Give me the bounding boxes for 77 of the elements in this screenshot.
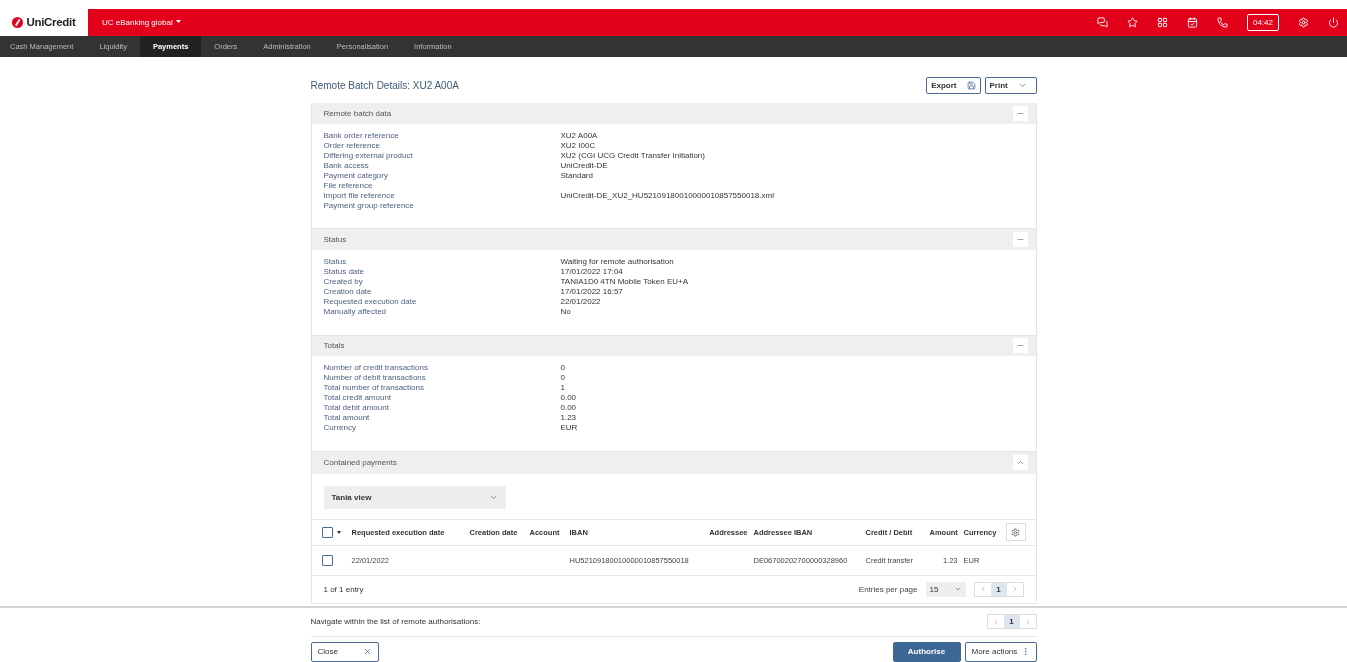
save-icon (966, 81, 976, 91)
section-title: Contained payments (323, 458, 397, 468)
field-label: Order reference (323, 141, 381, 151)
section-title: Remote batch data (323, 109, 392, 118)
field-value: XU2 (CGI UCG Credit Transfer Initiation) (560, 151, 706, 161)
phone-icon[interactable] (1216, 16, 1228, 28)
field-value: 0.00 (560, 403, 578, 413)
field-label: Number of credit transactions (323, 363, 429, 373)
view-dropdown[interactable]: Tania view (323, 486, 506, 509)
field-value: UniCredit-DE_XU2_HU52109180010000010857550018.xml (560, 191, 775, 201)
logo-icon (12, 16, 24, 28)
chat-icon[interactable] (1096, 16, 1108, 28)
close-icon (362, 647, 372, 657)
session-timer: 04:42 (1246, 13, 1279, 31)
field-label: Payment category (323, 171, 389, 181)
power-icon[interactable] (1328, 16, 1339, 28)
field-value: XU2 I00C (560, 141, 597, 151)
caret-icon (175, 20, 181, 25)
section-title: Totals (323, 341, 345, 351)
field-label: Bank access (323, 161, 370, 171)
settings-icon (1011, 528, 1020, 537)
entries-per-page-select[interactable]: 15 (925, 582, 966, 597)
field-value: 0 (560, 363, 566, 373)
collapse-button[interactable] (1012, 232, 1028, 247)
export-button[interactable]: Export (926, 77, 981, 95)
field-label: Total amount (323, 413, 371, 423)
star-icon[interactable] (1126, 16, 1138, 28)
settings-button[interactable] (1005, 523, 1026, 542)
field-value: No (560, 307, 572, 317)
field-value: Standard (560, 171, 594, 181)
close-button[interactable]: Close (310, 642, 379, 662)
field-label: Created by (323, 277, 364, 287)
field-value: EUR (560, 423, 579, 433)
caret-icon[interactable] (336, 531, 341, 534)
select-all-checkbox[interactable] (321, 527, 333, 538)
field-value: 0 (560, 373, 566, 383)
field-label: Status (323, 257, 348, 267)
unicredit-logo[interactable]: UniCredit (0, 9, 88, 36)
field-label: Total credit amount (323, 393, 393, 403)
field-value: 17/01/2022 17:04 (560, 267, 624, 277)
entries-per-page-label: Entries per page (858, 585, 918, 594)
field-label: Creation date (323, 287, 373, 297)
more-actions-button[interactable]: More actions (964, 642, 1037, 662)
field-label: Bank order reference (323, 131, 400, 141)
field-label: Differing external product (323, 151, 414, 161)
app-switcher[interactable]: UC eBanking global (102, 17, 181, 27)
field-value: TANIA1D0 4TN Mobile Token EU+A (560, 277, 690, 287)
field-label: Requested execution date (323, 297, 418, 307)
field-label: Total number of transactions (323, 383, 425, 393)
chevron-down-icon (488, 493, 498, 502)
field-label: Currency (323, 423, 357, 433)
field-value: 1 (560, 383, 566, 393)
field-value: 17/01/2022 16:57 (560, 287, 624, 297)
print-button[interactable]: Print (984, 77, 1037, 95)
authorise-button[interactable]: Authorise (892, 642, 961, 662)
navigate-label: Navigate within the list of remote authorisations: (310, 617, 481, 627)
field-label: Payment group reference (323, 201, 415, 211)
field-label: Import file reference (323, 191, 396, 201)
field-label: Total debit amount (323, 403, 390, 413)
field-value: 1.23 (560, 413, 578, 423)
field-value: Waiting for remote authorisation (560, 257, 675, 267)
field-label: Manually affected (323, 307, 388, 317)
field-value: 0.00 (560, 393, 578, 403)
collapse-button[interactable] (1012, 106, 1028, 121)
field-value: UniCredit-DE (560, 161, 609, 171)
grid-icon[interactable] (1156, 16, 1168, 28)
field-label: Number of debit transactions (323, 373, 427, 383)
field-value: 22/01/2022 (560, 297, 602, 307)
entry-count: 1 of 1 entry (323, 585, 364, 594)
section-title: Status (323, 235, 347, 244)
page-title: Remote Batch Details: XU2 A00A (310, 80, 459, 92)
row-checkbox[interactable] (321, 555, 333, 566)
field-label: File reference (323, 181, 374, 191)
settings-icon[interactable] (1298, 16, 1309, 28)
field-value: XU2 A00A (560, 131, 599, 141)
calendar-icon[interactable] (1186, 16, 1198, 28)
field-label: Status date (323, 267, 365, 277)
